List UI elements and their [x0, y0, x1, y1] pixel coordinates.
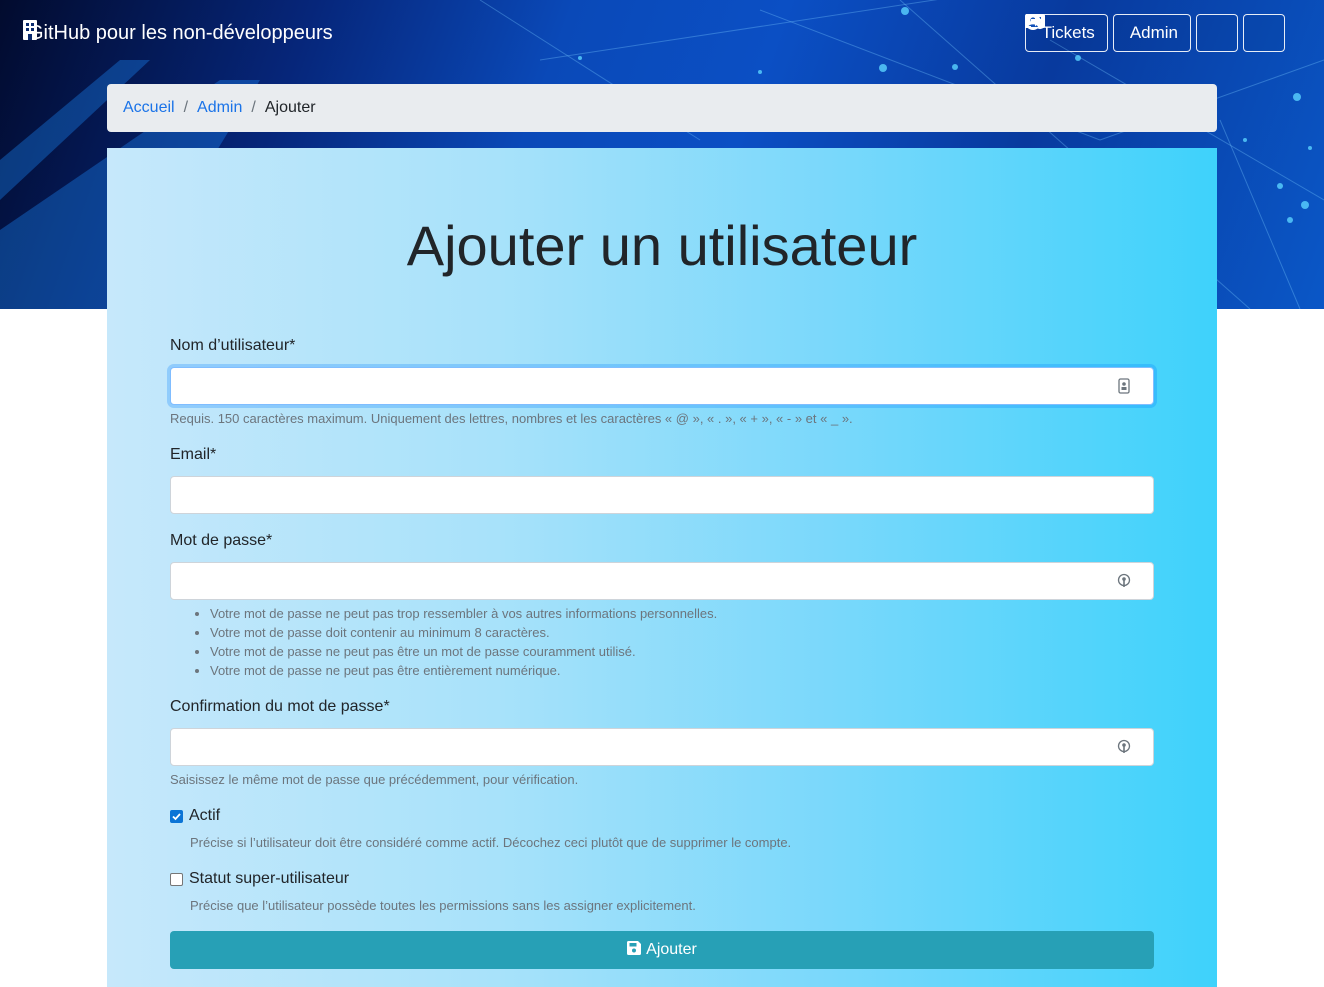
- active-checkbox[interactable]: [170, 809, 183, 823]
- save-icon: [627, 940, 642, 960]
- breadcrumb-admin-link[interactable]: Admin: [197, 99, 242, 117]
- page-title: Ajouter un utilisateur: [406, 214, 918, 277]
- password-help-item: Votre mot de passe doit contenir au mini…: [210, 623, 717, 642]
- password-confirm-help: Saisissez le même mot de passe que précé…: [170, 772, 579, 787]
- admin-button[interactable]: Admin: [1024, 14, 1191, 52]
- password-label: Mot de passe*: [170, 532, 273, 549]
- add-user-form-card: Ajouter un utilisateur Nom d’utilisateur…: [107, 148, 1217, 987]
- admin-label: Admin: [1129, 23, 1178, 42]
- key-icon: [1116, 573, 1132, 589]
- logout-button[interactable]: [1025, 14, 1285, 52]
- breadcrumb-separator: /: [251, 99, 256, 116]
- email-label: Email*: [170, 446, 217, 463]
- password-input[interactable]: [170, 562, 1154, 600]
- superuser-label[interactable]: Statut super-utilisateur: [189, 870, 349, 888]
- brand-name: GitHub pour les non-développeurs: [28, 22, 333, 44]
- password-help-item: Votre mot de passe ne peut pas trop ress…: [210, 604, 717, 623]
- active-label[interactable]: Actif: [189, 807, 220, 825]
- breadcrumb-home-link[interactable]: Accueil: [123, 99, 175, 117]
- username-label: Nom d’utilisateur*: [170, 337, 296, 354]
- active-checkbox-row: Actif: [170, 807, 220, 825]
- superuser-checkbox[interactable]: [170, 872, 183, 886]
- password-help-item: Votre mot de passe ne peut pas être enti…: [210, 661, 717, 680]
- superuser-help: Précise que l’utilisateur possède toutes…: [190, 898, 696, 913]
- navbar-buttons: Tickets Admin: [1024, 14, 1285, 52]
- breadcrumb-separator: /: [183, 99, 189, 116]
- password-confirm-label: Confirmation du mot de passe*: [170, 698, 390, 715]
- password-confirm-input[interactable]: [170, 728, 1154, 766]
- profile-button[interactable]: [1024, 14, 1238, 52]
- submit-button[interactable]: Ajouter: [170, 931, 1154, 969]
- breadcrumb: Accueil / Admin / Ajouter: [107, 84, 1217, 132]
- active-help: Précise si l’utilisateur doit être consi…: [190, 835, 792, 850]
- username-help: Requis. 150 caractères maximum. Uniqueme…: [170, 411, 853, 426]
- tickets-label: Tickets: [1041, 23, 1095, 42]
- superuser-checkbox-row: Statut super-utilisateur: [170, 870, 349, 888]
- key-icon: [1116, 739, 1132, 755]
- submit-label: Ajouter: [646, 941, 697, 958]
- brand[interactable]: GitHub pour les non-développeurs: [22, 20, 333, 46]
- breadcrumb-current: Ajouter: [264, 99, 316, 116]
- password-help-list: Votre mot de passe ne peut pas trop ress…: [190, 604, 717, 680]
- checkmark-icon: [172, 812, 181, 820]
- password-help-item: Votre mot de passe ne peut pas être un m…: [210, 642, 717, 661]
- username-input[interactable]: [170, 367, 1154, 405]
- email-input[interactable]: [170, 476, 1154, 514]
- contact-card-icon: [1116, 378, 1132, 394]
